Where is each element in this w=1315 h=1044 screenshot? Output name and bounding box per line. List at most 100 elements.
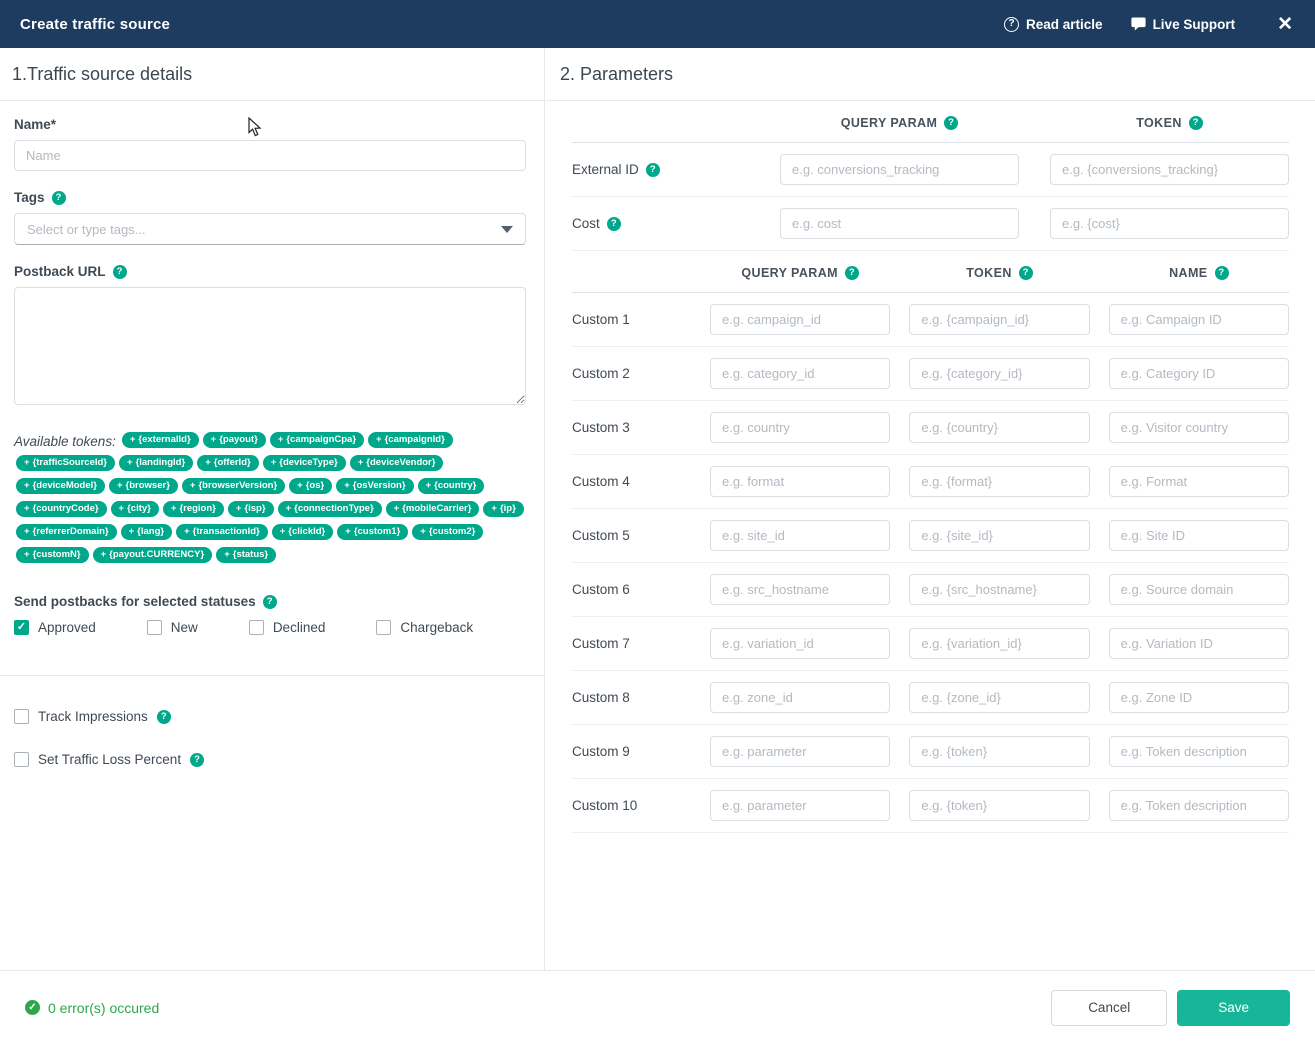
query-param-input[interactable] (780, 154, 1019, 185)
token-help-icon[interactable]: ? (1018, 266, 1033, 280)
token-pill[interactable]: + {landingId} (119, 455, 194, 472)
custom-query-param-input[interactable] (710, 520, 891, 551)
checkbox[interactable] (248, 620, 264, 635)
save-button[interactable]: Save (1177, 989, 1290, 1026)
token-pill[interactable]: + {isp} (227, 501, 274, 518)
live-support-link[interactable]: Live Support (1130, 17, 1235, 32)
checkbox[interactable] (146, 620, 162, 635)
tags-help-icon[interactable]: ? (51, 190, 66, 205)
token-pill[interactable]: + {referrerDomain} (16, 524, 117, 541)
token-pill[interactable]: + {country} (417, 478, 485, 495)
token-pill[interactable]: + {ip} (483, 501, 524, 518)
custom-query-param-input[interactable] (710, 358, 891, 389)
token-pill[interactable]: + {payout.CURRENCY} (92, 547, 213, 564)
plus-icon: + (100, 549, 107, 561)
custom-query-param-input[interactable] (710, 682, 891, 713)
custom-token-input[interactable] (909, 790, 1090, 821)
status-checkbox-item[interactable]: Approved (14, 620, 96, 635)
token-pill[interactable]: + {osVersion} (336, 478, 414, 495)
plus-icon: + (376, 434, 382, 446)
status-checkbox-item[interactable]: New (146, 620, 198, 635)
custom-query-param-input[interactable] (710, 304, 891, 335)
checkbox[interactable] (376, 620, 392, 635)
status-checkbox-item[interactable]: Declined (248, 620, 325, 635)
read-article-link[interactable]: ? Read article (1004, 16, 1103, 32)
custom-query-param-input[interactable] (710, 412, 891, 443)
token-pill[interactable]: + {offerId} (197, 455, 259, 472)
custom-name-input[interactable] (1108, 736, 1289, 767)
custom-name-input[interactable] (1108, 628, 1289, 659)
custom-name-input[interactable] (1108, 574, 1289, 605)
custom-token-input[interactable] (909, 304, 1090, 335)
custom-token-input[interactable] (909, 574, 1090, 605)
custom-name-input[interactable] (1108, 790, 1289, 821)
tags-select[interactable]: Select or type tags... (14, 213, 526, 245)
token-pill[interactable]: + {clickId} (271, 524, 334, 541)
status-checkbox-item[interactable]: Chargeback (376, 620, 473, 635)
token-pill[interactable]: + {campaignId} (368, 432, 453, 449)
token-pill[interactable]: + {status} (216, 547, 277, 564)
custom-query-param-input[interactable] (710, 790, 891, 821)
close-icon[interactable]: ✕ (1277, 15, 1293, 34)
checkbox[interactable] (14, 709, 29, 724)
token-pill[interactable]: + {trafficSourceId} (16, 455, 115, 472)
custom-token-input[interactable] (909, 358, 1090, 389)
query-param-input[interactable] (780, 208, 1019, 239)
custom-query-param-input[interactable] (710, 574, 891, 605)
custom-token-input[interactable] (909, 412, 1090, 443)
token-input[interactable] (1050, 154, 1289, 185)
custom-name-input[interactable] (1108, 520, 1289, 551)
traffic-loss-help-icon[interactable]: ? (190, 752, 205, 767)
token-pill[interactable]: + {deviceVendor} (349, 455, 444, 472)
custom-token-input[interactable] (909, 520, 1090, 551)
token-pill[interactable]: + {city} (110, 501, 159, 518)
track-impressions-help-icon[interactable]: ? (156, 709, 171, 724)
token-input[interactable] (1050, 208, 1289, 239)
param-help-icon[interactable]: ? (606, 216, 621, 231)
token-pill[interactable]: + {custom2} (412, 524, 484, 541)
custom-token-input[interactable] (909, 628, 1090, 659)
token-pill[interactable]: + {externalId} (121, 432, 199, 449)
cancel-button[interactable]: Cancel (1051, 989, 1168, 1026)
token-pill[interactable]: + {payout} (202, 432, 266, 449)
statuses-help-icon[interactable]: ? (262, 594, 277, 609)
custom-token-input[interactable] (909, 466, 1090, 497)
checkbox[interactable] (14, 620, 29, 635)
custom-name-input[interactable] (1108, 682, 1289, 713)
postback-url-textarea[interactable] (14, 287, 526, 405)
token-pill[interactable]: + {custom1} (337, 524, 409, 541)
name-help-icon[interactable]: ? (1214, 266, 1229, 280)
checkbox[interactable] (14, 752, 29, 767)
custom-token-input[interactable] (909, 682, 1090, 713)
custom-token-input[interactable] (909, 736, 1090, 767)
custom-name-input[interactable] (1108, 412, 1289, 443)
postback-help-icon[interactable]: ? (112, 264, 127, 279)
token-pill[interactable]: + {region} (162, 501, 224, 518)
token-pill[interactable]: + {mobileCarrier} (385, 501, 480, 518)
token-pill[interactable]: + {deviceModel} (16, 478, 105, 495)
custom-name-input[interactable] (1108, 304, 1289, 335)
custom-query-param-input[interactable] (710, 736, 891, 767)
token-pill[interactable]: + {connectionType} (277, 501, 382, 518)
token-help-icon[interactable]: ? (1188, 116, 1203, 130)
token-pill[interactable]: + {os} (289, 478, 333, 495)
traffic-loss-checkbox[interactable]: Set Traffic Loss Percent ? (14, 752, 205, 767)
token-pill[interactable]: + {customN} (16, 547, 89, 564)
param-help-icon[interactable]: ? (645, 162, 660, 177)
custom-name-input[interactable] (1108, 358, 1289, 389)
query-param-help-icon[interactable]: ? (844, 266, 859, 280)
track-impressions-checkbox[interactable]: Track Impressions ? (14, 709, 171, 724)
query-param-help-icon[interactable]: ? (944, 116, 959, 130)
token-pill[interactable]: + {countryCode} (16, 501, 107, 518)
name-input[interactable] (14, 140, 526, 171)
custom-query-param-input[interactable] (710, 466, 891, 497)
custom-query-param-input[interactable] (710, 628, 891, 659)
token-pill[interactable]: + {browserVersion} (181, 478, 286, 495)
custom-name-input[interactable] (1108, 466, 1289, 497)
top-header-row: QUERY PARAM ? TOKEN ? (572, 101, 1289, 143)
token-pill[interactable]: + {browser} (108, 478, 178, 495)
token-pill[interactable]: + {lang} (120, 524, 173, 541)
token-pill[interactable]: + {transactionId} (176, 524, 268, 541)
token-pill[interactable]: + {campaignCpa} (269, 432, 365, 449)
token-pill[interactable]: + {deviceType} (262, 455, 346, 472)
